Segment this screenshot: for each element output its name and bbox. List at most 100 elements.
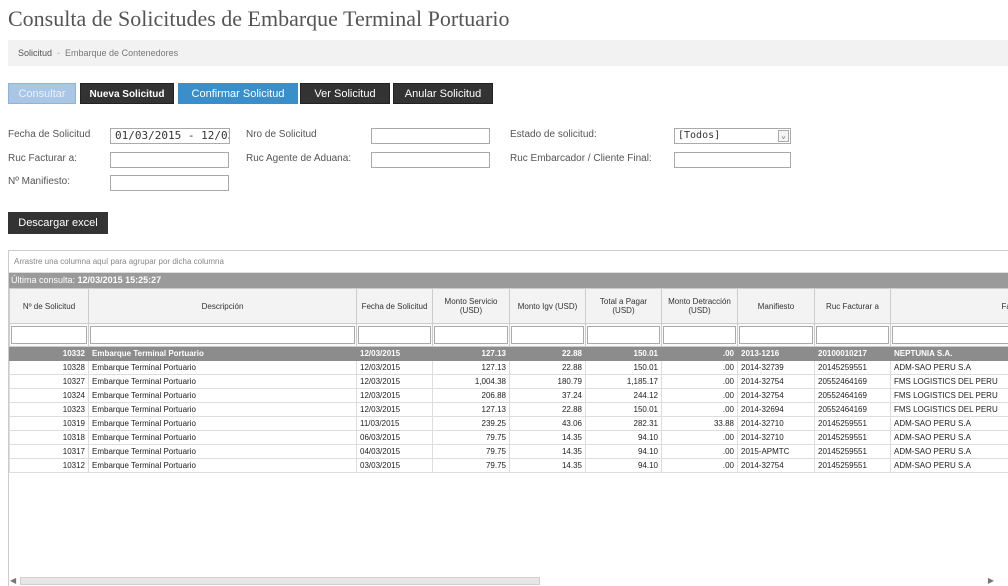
descargar-excel-button[interactable]: Descargar excel <box>8 212 108 234</box>
chevron-down-icon[interactable]: ⌄ <box>778 130 789 142</box>
confirmar-solicitud-button[interactable]: Confirmar Solicitud <box>178 83 298 104</box>
col-header-total[interactable]: Total a Pagar (USD) <box>585 288 662 324</box>
col-header-ruc-facturar[interactable]: Ruc Facturar a <box>814 288 891 324</box>
col-header-manifiesto[interactable]: Manifiesto <box>737 288 815 324</box>
table-cell: 2014-32754 <box>737 374 815 389</box>
table-cell: 1,185.17 <box>585 374 662 389</box>
table-cell: ADM-SAO PERU S.A <box>890 444 1008 459</box>
column-filter-input[interactable] <box>511 326 584 344</box>
table-cell: 127.13 <box>432 360 510 375</box>
table-row[interactable]: 10312 Embarque Terminal Portuario 03/03/20… <box>9 458 1008 473</box>
table-cell: 282.31 <box>585 416 662 431</box>
horizontal-scrollbar[interactable]: ◀ ▶ <box>8 576 998 586</box>
table-row[interactable]: 10327 Embarque Terminal Portuario 12/03/20… <box>9 374 1008 389</box>
ver-solicitud-button[interactable]: Ver Solicitud <box>300 83 390 104</box>
anular-solicitud-button[interactable]: Anular Solicitud <box>393 83 493 104</box>
scrollbar-thumb[interactable] <box>20 577 540 585</box>
table-cell: 1,004.38 <box>432 374 510 389</box>
table-cell: 14.35 <box>509 458 586 473</box>
table-cell: .00 <box>661 444 738 459</box>
col-header-facturar[interactable]: Fact <box>890 288 1008 324</box>
table-row[interactable]: 10332 Embarque Terminal Portuario 12/03/20… <box>9 346 1008 361</box>
column-filter-input[interactable] <box>434 326 508 344</box>
col-header-fecha[interactable]: Fecha de Solicitud <box>356 288 433 324</box>
estado-solicitud-select[interactable]: [Todos] ⌄ <box>674 128 791 144</box>
filter-cell <box>432 323 510 347</box>
nro-solicitud-input[interactable] <box>371 128 490 144</box>
column-filter-input[interactable] <box>892 326 1008 344</box>
ruc-agente-aduana-label: Ruc Agente de Aduana: <box>246 153 352 164</box>
column-filter-input[interactable] <box>90 326 355 344</box>
table-cell: 2014-32739 <box>737 360 815 375</box>
breadcrumb-item-solicitud[interactable]: Solicitud <box>18 48 52 58</box>
breadcrumb-item-embarque: Embarque de Contenedores <box>65 48 179 58</box>
column-filter-input[interactable] <box>587 326 660 344</box>
breadcrumb: Solicitud - Embarque de Contenedores <box>8 40 1008 66</box>
filter-cell <box>509 323 586 347</box>
ruc-agente-aduana-input[interactable] <box>371 152 490 168</box>
table-cell: 180.79 <box>509 374 586 389</box>
table-row[interactable]: 10323 Embarque Terminal Portuario 12/03/20… <box>9 402 1008 417</box>
table-cell: 10327 <box>9 374 89 389</box>
last-query-bar: Última consulta: 12/03/2015 15:25:27 <box>9 273 1008 288</box>
table-row[interactable]: 10319 Embarque Terminal Portuario 11/03/20… <box>9 416 1008 431</box>
manifiesto-label: Nº Manifiesto: <box>8 176 71 187</box>
col-header-nro[interactable]: Nº de Solicitud <box>9 288 89 324</box>
fecha-solicitud-label: Fecha de Solicitud <box>8 129 91 140</box>
estado-solicitud-label: Estado de solicitud: <box>510 129 597 140</box>
filter-cell <box>890 323 1008 347</box>
table-cell: 37.24 <box>509 388 586 403</box>
table-cell: 10318 <box>9 430 89 445</box>
table-cell: 22.88 <box>509 360 586 375</box>
table-cell: 2014-32694 <box>737 402 815 417</box>
fecha-solicitud-input[interactable]: 01/03/2015 - 12/03 <box>110 128 230 144</box>
scroll-right-icon[interactable]: ▶ <box>988 576 994 585</box>
table-cell: FMS LOGISTICS DEL PERU <box>890 374 1008 389</box>
table-cell: 22.88 <box>509 346 586 361</box>
scroll-left-icon[interactable]: ◀ <box>10 576 16 585</box>
table-cell: 03/03/2015 <box>356 458 433 473</box>
table-body: 10332 Embarque Terminal Portuario 12/03/20… <box>9 346 1008 473</box>
table-cell: 20552464169 <box>814 388 891 403</box>
table-cell: .00 <box>661 430 738 445</box>
table-row[interactable]: 10324 Embarque Terminal Portuario 12/03/20… <box>9 388 1008 403</box>
column-filter-input[interactable] <box>816 326 889 344</box>
table-cell: ADM-SAO PERU S.A <box>890 360 1008 375</box>
table-cell: 10328 <box>9 360 89 375</box>
col-header-detraccion[interactable]: Monto Detracción (USD) <box>661 288 738 324</box>
table-row[interactable]: 10328 Embarque Terminal Portuario 12/03/20… <box>9 360 1008 375</box>
table-cell: 150.01 <box>585 346 662 361</box>
table-cell: 2014-32710 <box>737 430 815 445</box>
table-cell: 94.10 <box>585 444 662 459</box>
table-cell: .00 <box>661 402 738 417</box>
ruc-facturar-input[interactable] <box>110 152 229 168</box>
column-filter-input[interactable] <box>11 326 87 344</box>
table-cell: 14.35 <box>509 430 586 445</box>
filter-cell <box>356 323 433 347</box>
nueva-solicitud-button[interactable]: Nueva Solicitud <box>80 83 174 104</box>
table-cell: 79.75 <box>432 458 510 473</box>
col-header-monto-igv[interactable]: Monto Igv (USD) <box>509 288 586 324</box>
consultar-button[interactable]: Consultar <box>8 83 76 104</box>
col-header-descripcion[interactable]: Descripción <box>88 288 357 324</box>
group-by-panel[interactable]: Arrastre una columna aquí para agrupar p… <box>9 251 1008 273</box>
ruc-embarcador-input[interactable] <box>674 152 791 168</box>
column-filter-input[interactable] <box>663 326 736 344</box>
table-row[interactable]: 10317 Embarque Terminal Portuario 04/03/20… <box>9 444 1008 459</box>
col-header-monto-servicio[interactable]: Monto Servicio (USD) <box>432 288 510 324</box>
table-cell: 06/03/2015 <box>356 430 433 445</box>
column-filter-input[interactable] <box>358 326 431 344</box>
table-cell: 94.10 <box>585 430 662 445</box>
table-cell: 12/03/2015 <box>356 374 433 389</box>
table-cell: 79.75 <box>432 430 510 445</box>
table-row[interactable]: 10318 Embarque Terminal Portuario 06/03/20… <box>9 430 1008 445</box>
column-filter-input[interactable] <box>739 326 813 344</box>
table-cell: .00 <box>661 388 738 403</box>
table-cell: ADM-SAO PERU S.A <box>890 430 1008 445</box>
last-query-value: 12/03/2015 15:25:27 <box>77 275 162 285</box>
manifiesto-input[interactable] <box>110 175 229 191</box>
table-cell: 20145259551 <box>814 444 891 459</box>
table-cell: 20552464169 <box>814 402 891 417</box>
table-cell: NEPTUNIA S.A. <box>890 346 1008 361</box>
table-cell: 2013-1216 <box>737 346 815 361</box>
